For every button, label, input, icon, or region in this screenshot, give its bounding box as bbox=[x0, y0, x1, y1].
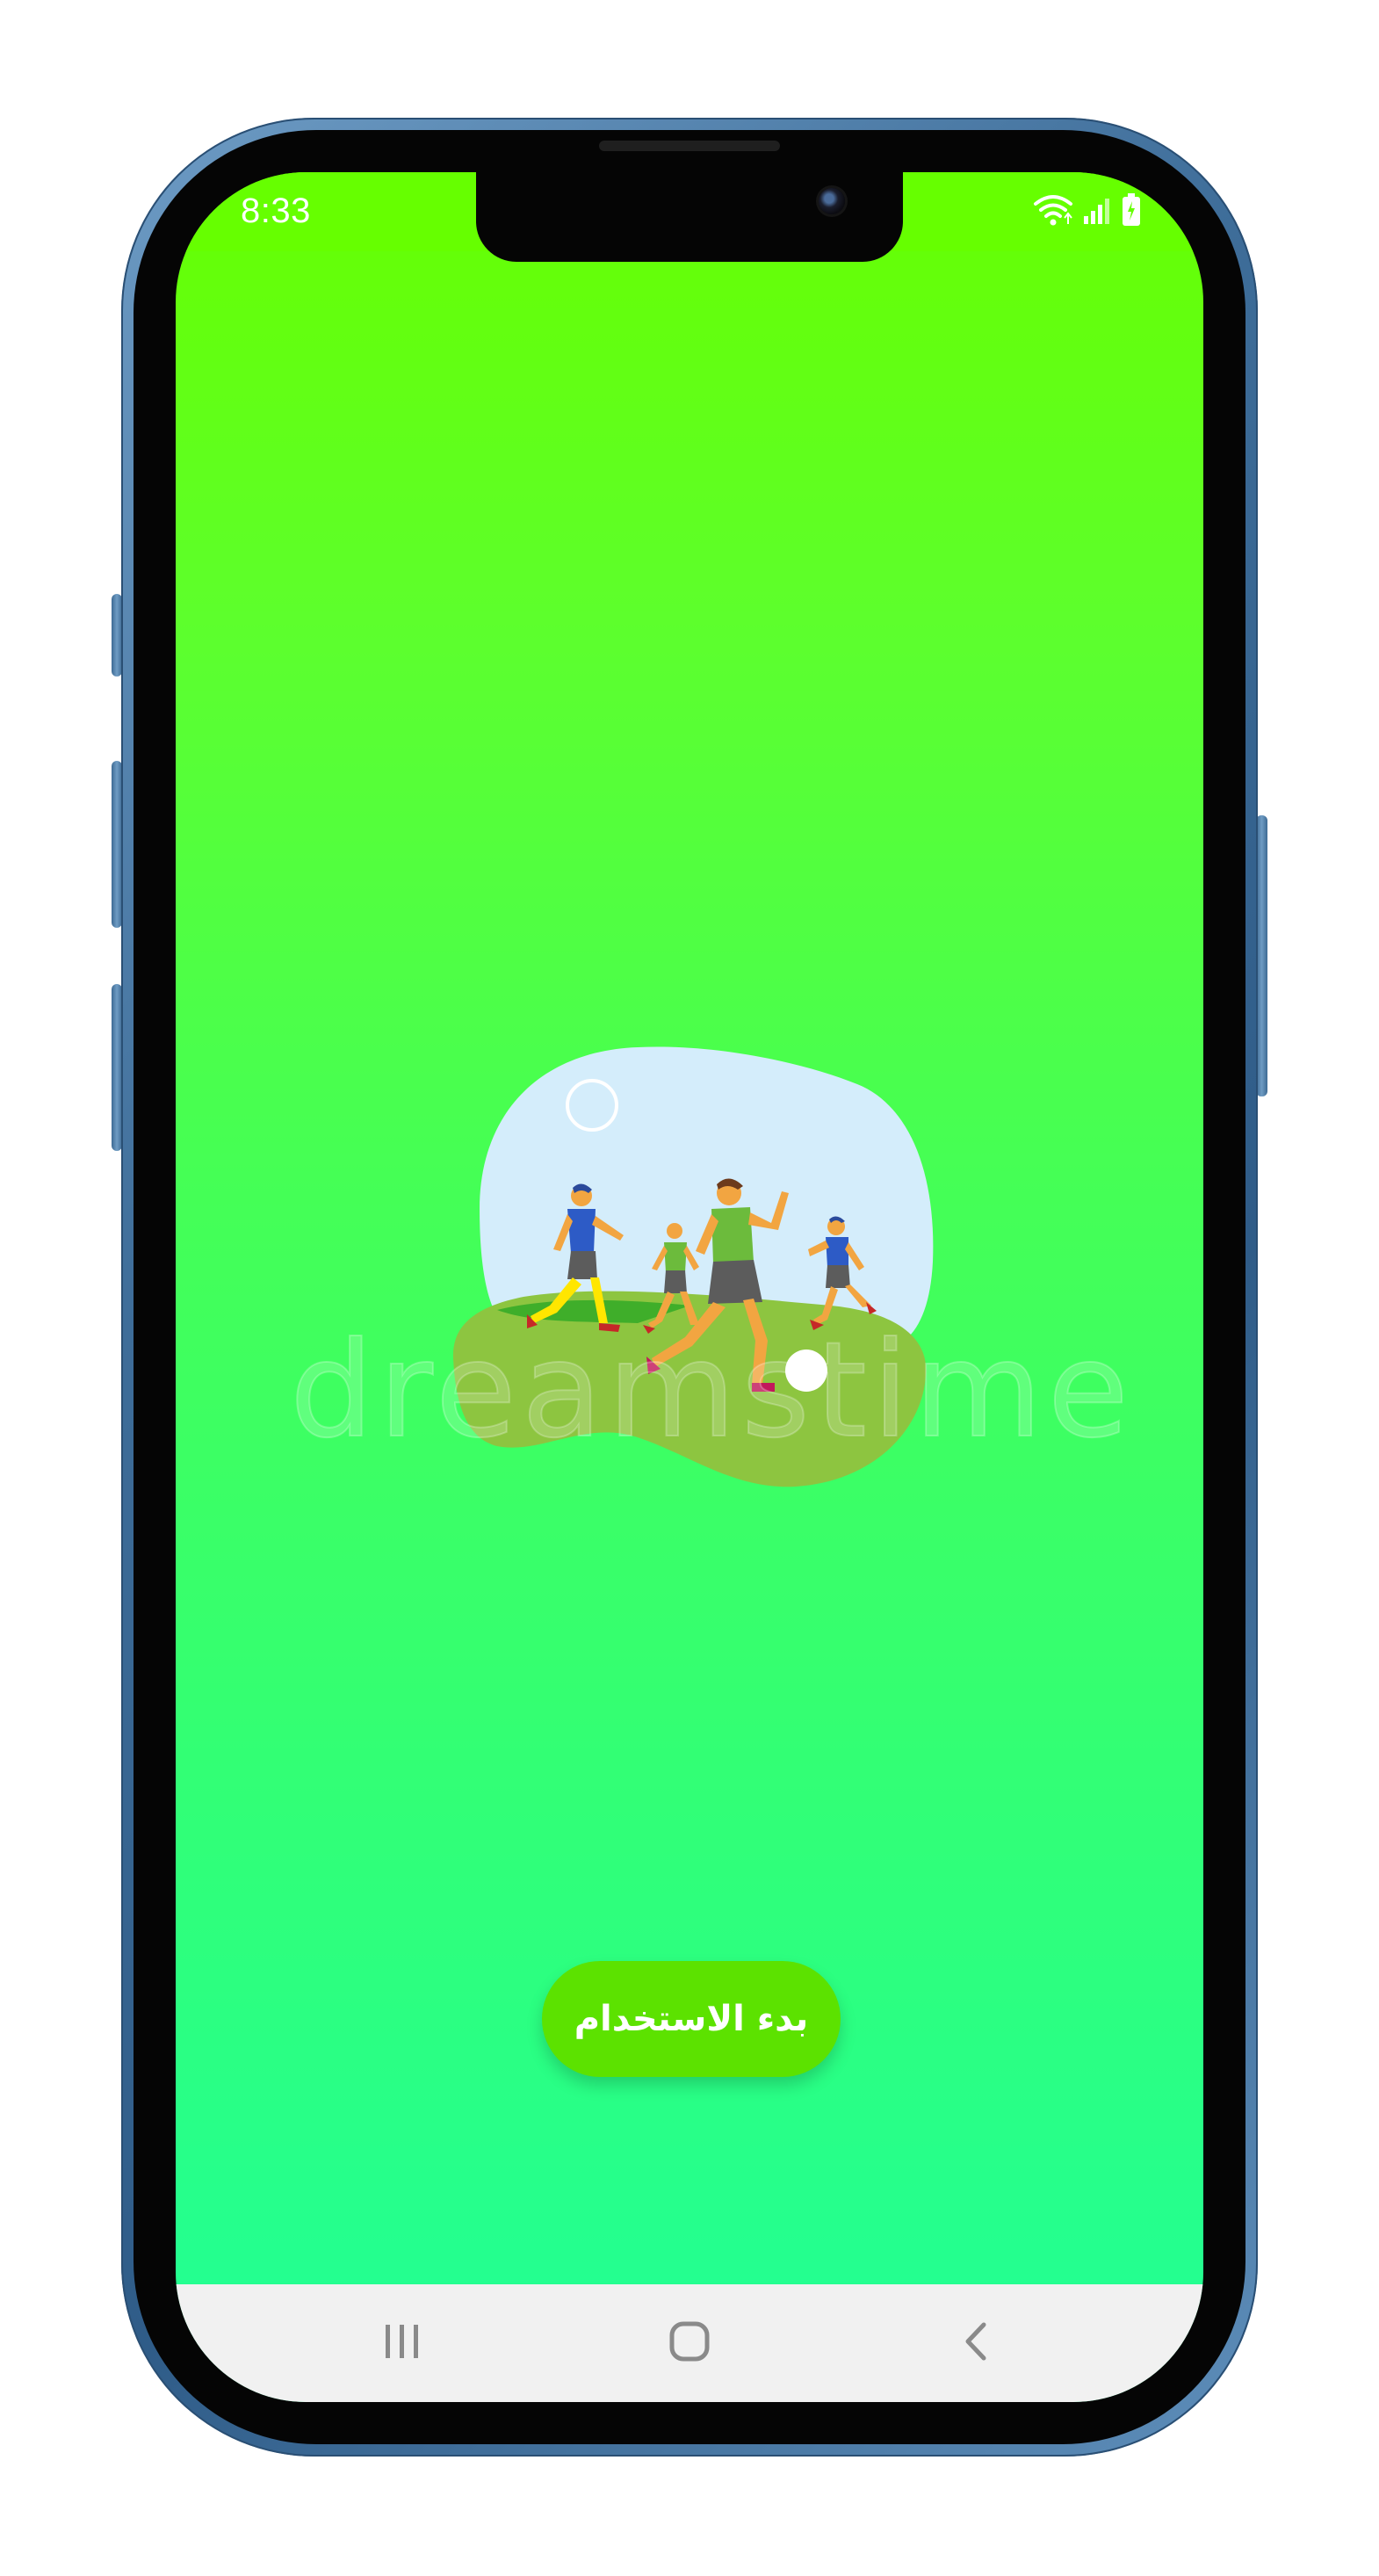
device-mockup: 8:33 بدء الاستخدام bbox=[0, 0, 1379, 2576]
home-icon[interactable] bbox=[654, 2311, 725, 2372]
wifi-icon bbox=[1033, 193, 1073, 230]
recents-icon[interactable] bbox=[367, 2311, 437, 2372]
navigation-bar bbox=[176, 2284, 1203, 2402]
people-playing-soccer-illustration bbox=[444, 1042, 936, 1499]
earpiece-speaker bbox=[599, 141, 780, 151]
app-screen: 8:33 بدء الاستخدام bbox=[176, 172, 1203, 2402]
status-time: 8:33 bbox=[241, 192, 311, 230]
start-button[interactable]: بدء الاستخدام bbox=[542, 1961, 841, 2077]
camera-notch bbox=[476, 172, 903, 262]
battery-icon bbox=[1121, 192, 1142, 231]
back-icon[interactable] bbox=[942, 2311, 1012, 2372]
signal-icon bbox=[1082, 195, 1112, 228]
front-camera bbox=[819, 188, 845, 214]
status-icons bbox=[1033, 193, 1142, 230]
